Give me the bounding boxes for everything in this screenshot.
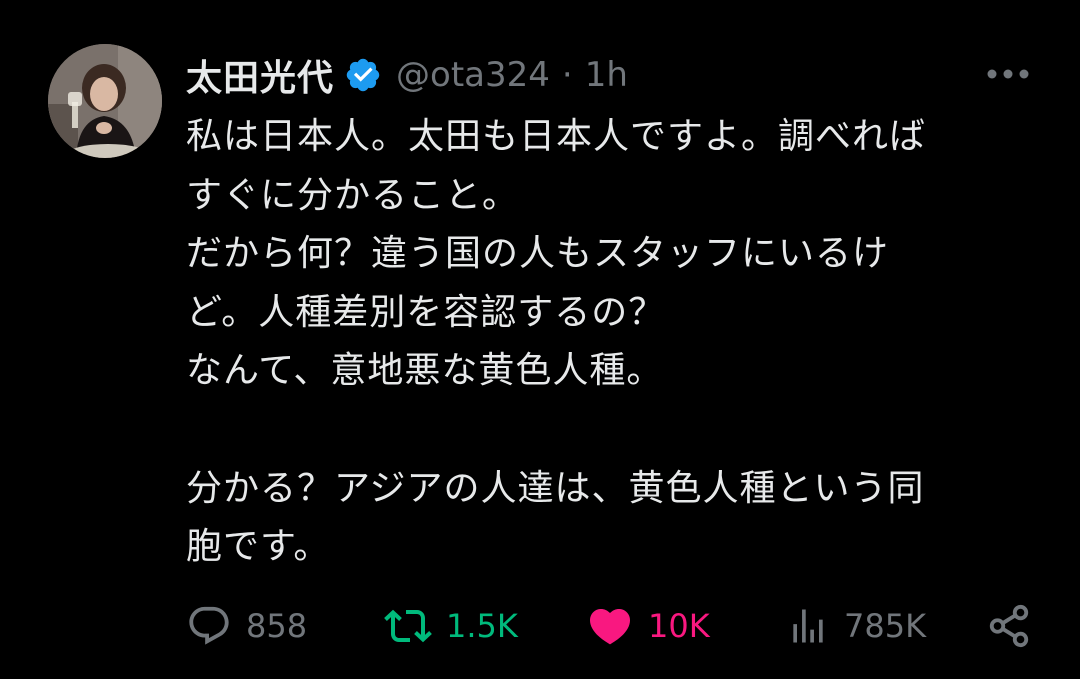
tweet: 太田光代 @ota324 · 1h 私は日本人。太田も日本人ですよ。調べれば す… [0, 0, 1080, 679]
retweet-button[interactable]: 1.5K [384, 600, 518, 652]
share-button[interactable] [986, 600, 1032, 652]
tweet-timestamp[interactable]: 1h [585, 55, 628, 95]
heart-icon [589, 609, 631, 645]
reply-bubble-icon [189, 606, 229, 645]
views-button[interactable]: 785K [786, 600, 926, 652]
paragraph-spacer [186, 401, 1046, 460]
verified-badge-icon [346, 58, 380, 92]
tweet-header: 太田光代 @ota324 · 1h [186, 50, 628, 100]
header-separator: · [561, 55, 573, 95]
avatar[interactable] [48, 44, 162, 158]
like-count: 10K [648, 607, 710, 645]
avatar-photo [48, 44, 162, 158]
more-options-button[interactable] [984, 56, 1032, 92]
reply-button[interactable]: 858 [186, 600, 307, 652]
views-count: 785K [844, 607, 927, 645]
more-dots-icon [987, 69, 1029, 79]
display-name[interactable]: 太田光代 [186, 49, 334, 101]
views-bars-icon [793, 609, 823, 643]
retweet-count: 1.5K [446, 607, 518, 645]
retweet-arrows-icon [384, 609, 432, 643]
author-handle[interactable]: @ota324 [396, 55, 550, 95]
reply-count: 858 [246, 607, 308, 645]
tweet-actions: 858 1.5K 10K 785K [186, 600, 1036, 652]
tweet-paragraph: 分かる？アジアの人達は、黄色人種という同 胞です。 [186, 467, 925, 568]
share-icon [989, 604, 1029, 648]
tweet-paragraph: 私は日本人。太田も日本人ですよ。調べれば すぐに分かること。 だから何？違う国の… [186, 116, 927, 392]
like-button[interactable]: 10K [586, 600, 710, 652]
tweet-text: 私は日本人。太田も日本人ですよ。調べれば すぐに分かること。 だから何？違う国の… [186, 108, 1046, 577]
